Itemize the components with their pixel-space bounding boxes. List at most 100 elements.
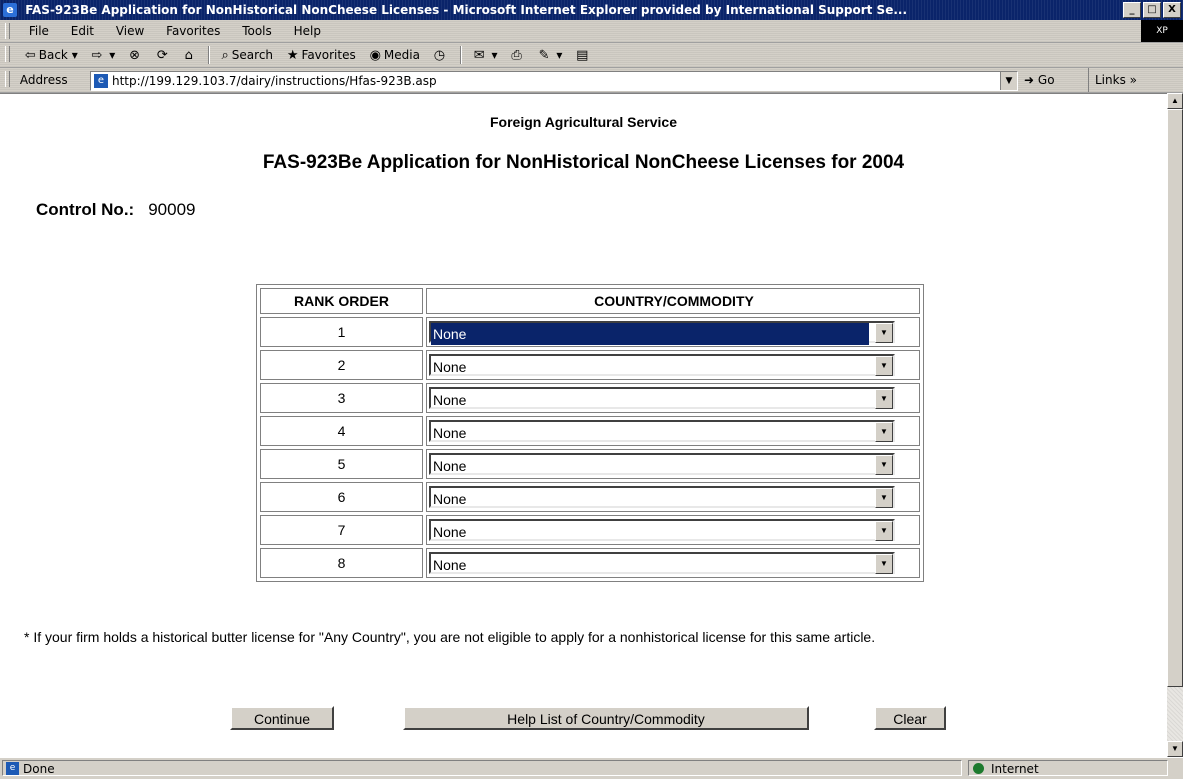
table-row: 2 None ▼: [260, 350, 920, 380]
country-commodity-select[interactable]: None ▼: [429, 354, 895, 376]
chevron-down-icon[interactable]: ▼: [875, 488, 893, 508]
history-button[interactable]: ◷: [429, 43, 453, 68]
media-icon: ◉: [369, 48, 381, 63]
favorites-icon: ★: [286, 48, 299, 63]
rank-order-table: RANK ORDER COUNTRY/COMMODITY 1 None ▼ 2 N…: [256, 284, 924, 582]
chevron-down-icon[interactable]: ▼: [875, 554, 893, 574]
chevron-down-icon[interactable]: ▼: [875, 356, 893, 376]
go-button[interactable]: ➜ Go: [1024, 68, 1055, 92]
toolbar-grip[interactable]: [5, 46, 10, 62]
chevron-down-icon[interactable]: ▼: [875, 323, 893, 343]
menu-tools[interactable]: Tools: [233, 20, 281, 42]
forward-arrow-icon: ⇨: [91, 48, 103, 63]
control-number-label: Control No.:: [36, 200, 135, 219]
back-arrow-icon: ⇦: [24, 48, 36, 63]
help-list-button[interactable]: Help List of Country/Commodity: [403, 706, 809, 730]
address-label: Address: [19, 73, 68, 87]
control-number: Control No.: 90009: [36, 200, 195, 220]
close-button[interactable]: X: [1163, 2, 1181, 18]
address-input[interactable]: e http://199.129.103.7/dairy/instructions…: [90, 71, 1018, 91]
address-dropdown-button[interactable]: ▼: [1000, 72, 1017, 90]
scroll-down-icon[interactable]: ▼: [1167, 741, 1183, 757]
menu-edit[interactable]: Edit: [62, 20, 103, 42]
menu-file[interactable]: File: [20, 20, 58, 42]
country-commodity-select[interactable]: None ▼: [429, 321, 895, 345]
windows-flag-icon: XP: [1141, 20, 1183, 42]
ie-logo-icon: e: [3, 3, 17, 17]
edit-icon: ✎: [538, 48, 550, 63]
discuss-button[interactable]: ▤: [571, 43, 596, 68]
rank-number: 5: [260, 449, 423, 479]
country-commodity-select[interactable]: None ▼: [429, 420, 895, 442]
mail-icon: ✉: [473, 48, 485, 63]
rank-number: 3: [260, 383, 423, 413]
security-zone-panel: Internet: [968, 760, 1168, 776]
favorites-button[interactable]: ★ Favorites: [282, 43, 361, 68]
table-row: 6 None ▼: [260, 482, 920, 512]
menu-help[interactable]: Help: [285, 20, 330, 42]
eligibility-note: * If your firm holds a historical butter…: [24, 629, 876, 645]
clear-button[interactable]: Clear: [874, 706, 946, 730]
status-bar: e Done Internet: [0, 757, 1183, 779]
search-icon: ⌕: [221, 48, 229, 63]
control-number-value: 90009: [148, 200, 196, 219]
scroll-up-icon[interactable]: ▲: [1167, 93, 1183, 109]
scroll-thumb[interactable]: [1167, 109, 1183, 687]
country-commodity-select[interactable]: None ▼: [429, 453, 895, 475]
menu-bar: File Edit View Favorites Tools Help XP: [0, 20, 1183, 43]
menu-favorites[interactable]: Favorites: [157, 20, 229, 42]
history-icon: ◷: [433, 48, 446, 63]
security-zone-label: Internet: [991, 762, 1039, 776]
table-row: 4 None ▼: [260, 416, 920, 446]
mail-button[interactable]: ✉ ▾: [469, 43, 503, 68]
continue-button[interactable]: Continue: [230, 706, 334, 730]
rank-number: 1: [260, 317, 423, 347]
home-button[interactable]: ⌂: [180, 43, 201, 68]
rank-number: 8: [260, 548, 423, 578]
home-icon: ⌂: [184, 48, 193, 63]
table-row: 3 None ▼: [260, 383, 920, 413]
table-row: 1 None ▼: [260, 317, 920, 347]
edit-button[interactable]: ✎ ▾: [534, 43, 568, 68]
rank-number: 7: [260, 515, 423, 545]
page-viewport: Foreign Agricultural Service FAS-923Be A…: [0, 93, 1167, 758]
vertical-scrollbar[interactable]: ▲ ▼: [1167, 93, 1183, 757]
rank-number: 2: [260, 350, 423, 380]
menu-grip[interactable]: [5, 23, 10, 39]
window-titlebar: e FAS-923Be Application for NonHistorica…: [0, 0, 1183, 20]
minimize-button[interactable]: _: [1123, 2, 1141, 18]
forward-button[interactable]: ⇨ ▾: [87, 43, 121, 68]
rank-order-header: RANK ORDER: [260, 288, 423, 314]
country-commodity-select[interactable]: None ▼: [429, 387, 895, 409]
chevron-down-icon[interactable]: ▼: [875, 521, 893, 541]
country-commodity-select[interactable]: None ▼: [429, 486, 895, 508]
country-commodity-select[interactable]: None ▼: [429, 519, 895, 541]
internet-globe-icon: [973, 763, 984, 774]
print-icon: ⎙: [511, 48, 522, 63]
table-row: 7 None ▼: [260, 515, 920, 545]
window-controls: _ □ X: [1123, 2, 1181, 18]
standard-toolbar: ⇦ Back ▾ ⇨ ▾ ⊗ ⟳ ⌂ ⌕ Search ★ Favorites ◉ Me…: [0, 43, 1183, 68]
table-row: 5 None ▼: [260, 449, 920, 479]
print-button[interactable]: ⎙: [506, 43, 529, 68]
maximize-button[interactable]: □: [1143, 2, 1161, 18]
menu-view[interactable]: View: [107, 20, 153, 42]
stop-icon: ⊗: [129, 48, 141, 63]
address-grip[interactable]: [5, 71, 10, 87]
chevron-down-icon[interactable]: ▼: [875, 422, 893, 442]
chevron-down-icon[interactable]: ▼: [875, 389, 893, 409]
page-done-icon: e: [6, 762, 19, 775]
links-button[interactable]: Links »: [1088, 68, 1137, 92]
back-button[interactable]: ⇦ Back ▾: [20, 43, 83, 68]
status-text-panel: e Done: [2, 760, 962, 776]
country-commodity-select[interactable]: None ▼: [429, 552, 895, 574]
chevron-down-icon[interactable]: ▼: [875, 455, 893, 475]
discuss-icon: ▤: [576, 48, 589, 63]
refresh-button[interactable]: ⟳: [152, 43, 176, 68]
search-button[interactable]: ⌕ Search: [217, 43, 279, 68]
go-arrow-icon: ➜: [1024, 73, 1035, 87]
stop-button[interactable]: ⊗: [124, 43, 148, 68]
toolbar-separator: [459, 46, 462, 64]
address-bar: Address e http://199.129.103.7/dairy/inst…: [0, 68, 1183, 93]
media-button[interactable]: ◉ Media: [365, 43, 425, 68]
